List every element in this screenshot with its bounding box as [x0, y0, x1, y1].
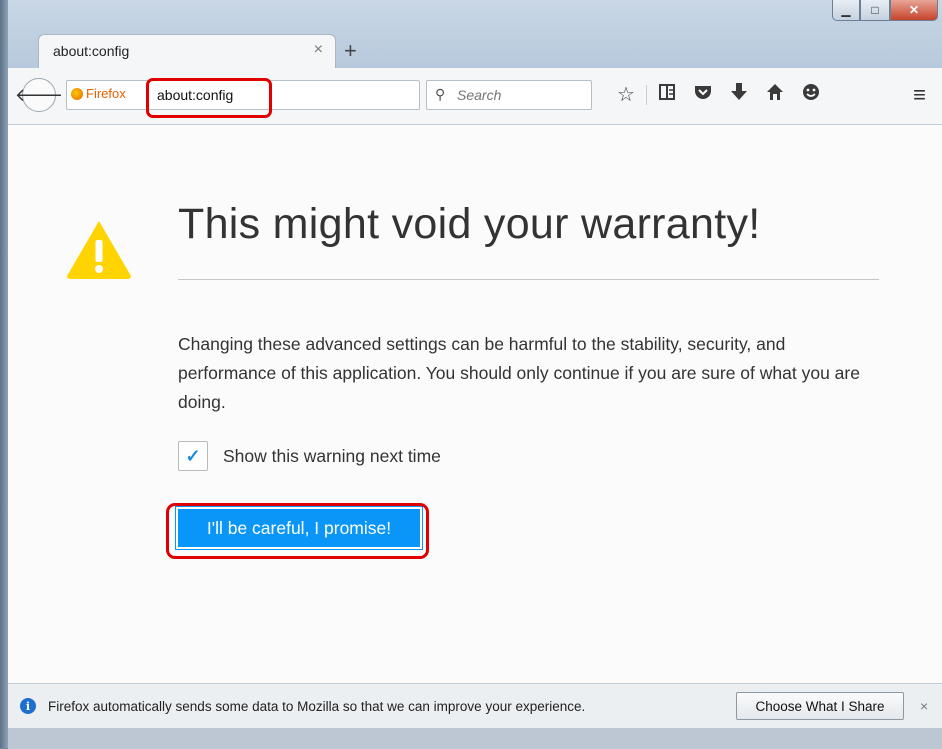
- pocket-icon[interactable]: [685, 83, 721, 106]
- url-input[interactable]: [155, 85, 349, 105]
- back-arrow-icon: 🡐: [14, 84, 64, 105]
- data-reporting-notification-bar: i Firefox automatically sends some data …: [8, 683, 942, 749]
- desktop-edge: [0, 0, 8, 748]
- window-controls: ▁ □ ✕: [832, 0, 938, 21]
- warning-icon: [67, 221, 131, 279]
- hello-icon[interactable]: [793, 83, 829, 107]
- menu-icon[interactable]: ≡: [913, 82, 926, 108]
- downloads-icon[interactable]: [721, 82, 757, 107]
- identity-box[interactable]: Firefox: [71, 86, 126, 101]
- show-warning-checkbox-row[interactable]: ✓ Show this warning next time: [178, 441, 441, 471]
- title-bar: ▁ □ ✕ about:config × +: [8, 0, 942, 69]
- about-config-warning-page: This might void your warranty! Changing …: [8, 125, 942, 683]
- info-icon: i: [20, 698, 36, 714]
- tab-about-config[interactable]: about:config ×: [38, 34, 336, 69]
- show-warning-checkbox[interactable]: ✓: [178, 441, 208, 471]
- notification-text: Firefox automatically sends some data to…: [48, 698, 586, 714]
- new-tab-button[interactable]: +: [344, 38, 357, 64]
- tab-title: about:config: [53, 43, 130, 59]
- maximize-button[interactable]: □: [860, 0, 890, 21]
- close-window-button[interactable]: ✕: [890, 0, 938, 21]
- bookmark-star-icon[interactable]: ☆: [608, 82, 644, 107]
- search-input[interactable]: [455, 86, 589, 104]
- firefox-window: ▁ □ ✕ about:config × + 🡐 Firefox C ⚲ ☆: [8, 0, 942, 749]
- search-icon: ⚲: [435, 86, 446, 102]
- navigation-toolbar: 🡐 Firefox C ⚲ ☆: [8, 68, 942, 125]
- url-bar[interactable]: Firefox C: [66, 80, 451, 110]
- search-bar[interactable]: ⚲: [426, 80, 592, 110]
- notification-close-icon[interactable]: ×: [920, 698, 928, 714]
- identity-label: Firefox: [86, 86, 126, 101]
- minimize-button[interactable]: ▁: [832, 0, 860, 21]
- back-button[interactable]: 🡐: [15, 78, 63, 112]
- toolbar-icons: ☆: [608, 82, 829, 107]
- page-title: This might void your warranty!: [178, 200, 761, 248]
- toolbar-separator: [646, 84, 647, 105]
- bookmarks-list-icon[interactable]: [649, 83, 685, 107]
- window-bottom-edge: [8, 728, 942, 749]
- firefox-icon: [71, 87, 83, 100]
- checkmark-icon: ✓: [185, 445, 201, 466]
- show-warning-label[interactable]: Show this warning next time: [223, 446, 441, 467]
- title-divider: [178, 279, 879, 280]
- accept-risk-button[interactable]: I'll be careful, I promise!: [175, 506, 423, 550]
- choose-what-i-share-button[interactable]: Choose What I Share: [736, 692, 904, 720]
- tab-close-icon[interactable]: ×: [314, 41, 323, 59]
- warning-description: Changing these advanced settings can be …: [178, 334, 860, 412]
- home-icon[interactable]: [757, 83, 793, 107]
